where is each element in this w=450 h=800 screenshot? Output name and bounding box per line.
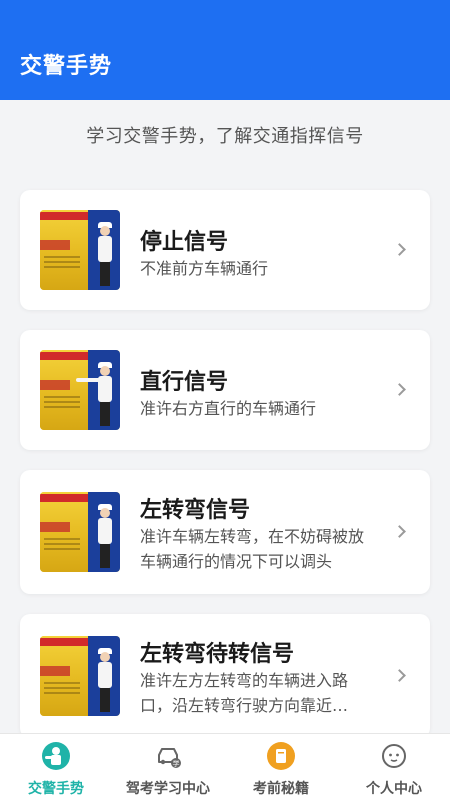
intro-text: 学习交警手势，了解交通指挥信号 (86, 126, 364, 147)
tab-label: 驾考学习中心 (126, 781, 210, 797)
tab-traffic-gestures[interactable]: 交警手势 (0, 734, 112, 800)
card-title: 左转弯信号 (140, 498, 251, 523)
tab-label: 个人中心 (366, 781, 422, 797)
chevron-right-icon (393, 525, 406, 538)
gesture-card-straight[interactable]: 直行信号 准许右方直行的车辆通行 (20, 330, 430, 450)
svg-text:学: 学 (173, 759, 180, 768)
gesture-thumbnail (40, 492, 120, 572)
page-title: 交警手势 (20, 54, 113, 79)
chevron-right-icon (393, 669, 406, 682)
chevron-right-icon (393, 383, 406, 396)
gesture-thumbnail (40, 210, 120, 290)
card-description: 准许车辆左转弯，在不妨碍被放车辆通行的情况下可以调头 (140, 527, 365, 571)
card-title: 直行信号 (140, 370, 229, 395)
car-study-icon: 学 (154, 742, 182, 770)
gesture-card-left-turn[interactable]: 左转弯信号 准许车辆左转弯，在不妨碍被放车辆通行的情况下可以调头 (20, 470, 430, 594)
tab-personal-center[interactable]: 个人中心 (338, 734, 450, 800)
app-header: 交警手势 (0, 0, 450, 100)
tab-label: 考前秘籍 (253, 781, 309, 797)
user-face-icon (380, 742, 408, 770)
card-title: 停止信号 (140, 230, 229, 255)
traffic-police-icon (42, 742, 70, 770)
card-description: 准许左方左转弯的车辆进入路口，沿左转弯行驶方向靠近… (140, 671, 349, 715)
book-icon (267, 742, 295, 770)
card-title: 左转弯待转信号 (140, 642, 295, 667)
tab-driving-study-center[interactable]: 学 驾考学习中心 (112, 734, 224, 800)
tab-label: 交警手势 (28, 781, 84, 797)
card-description: 不准前方车辆通行 (140, 259, 269, 278)
card-description: 准许右方直行的车辆通行 (140, 399, 317, 418)
chevron-right-icon (393, 243, 406, 256)
gesture-card-left-turn-wait[interactable]: 左转弯待转信号 准许左方左转弯的车辆进入路口，沿左转弯行驶方向靠近… (20, 614, 430, 738)
gesture-card-stop[interactable]: 停止信号 不准前方车辆通行 (20, 190, 430, 310)
gesture-thumbnail (40, 350, 120, 430)
tab-exam-tips[interactable]: 考前秘籍 (225, 734, 337, 800)
bottom-tab-bar: 交警手势 学 驾考学习中心 考前秘籍 个人中心 (0, 733, 450, 800)
gesture-thumbnail (40, 636, 120, 716)
